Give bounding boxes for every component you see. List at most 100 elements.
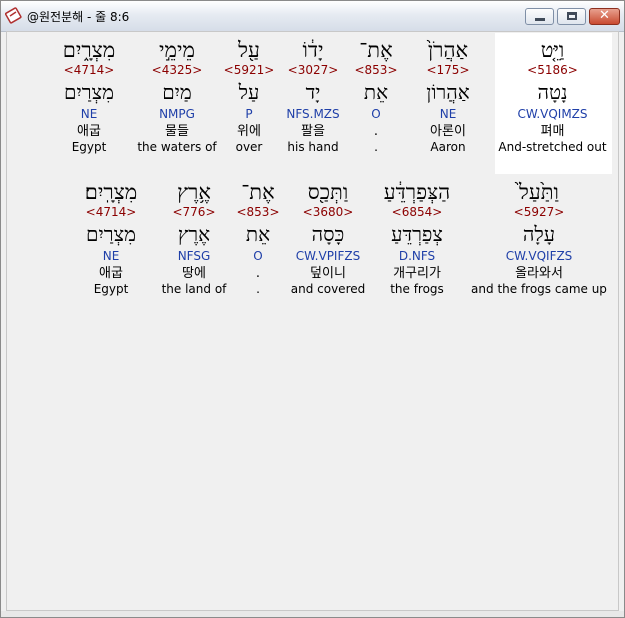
minimize-button[interactable] (525, 8, 554, 25)
main-window: @원전분해 - 줄 8:6 ✕ מִצְרָ֑יִם <4714> מִצְרַ… (0, 0, 625, 618)
word-column[interactable]: יָד֔וֹ <3027> יָד NFS.MZS 팔을 his hand (280, 37, 346, 155)
korean-gloss: 올라와서 (515, 266, 563, 281)
english-gloss: the frogs (390, 282, 444, 296)
morph-code: D.NFS (398, 249, 436, 263)
word-column[interactable]: מִצְרָֽיִם׃ <4714> מִצְרַיִם NE 애굽 Egypt (69, 179, 153, 297)
morph-code: P (245, 107, 253, 121)
word-column[interactable]: מִצְרָ֑יִם <4714> מִצְרַיִם NE 애굽 Egypt (49, 37, 129, 155)
korean-gloss: . (373, 124, 379, 139)
strong-number: <4714> (85, 205, 137, 219)
hebrew-word: מִצְרָ֑יִם (62, 38, 116, 62)
strong-number: <4325> (151, 63, 203, 77)
strong-number: <175> (426, 63, 470, 77)
hebrew-word: עַ֖ל (238, 38, 260, 62)
morph-code: NE (80, 107, 98, 121)
title-bar[interactable]: @원전분해 - 줄 8:6 ✕ (1, 1, 624, 32)
korean-gloss: 아론이 (430, 124, 466, 139)
hebrew-word: וַתְּכַ֖ס (307, 180, 349, 204)
hebrew-word: אַהֲרֹן֙ (427, 38, 469, 62)
strong-number: <853> (354, 63, 398, 77)
morph-code: O (253, 249, 263, 263)
morph-code: NE (102, 249, 120, 263)
lexeme: מִצְרַיִם (64, 80, 114, 104)
maximize-button[interactable] (557, 8, 586, 25)
morph-code: CW.VPIFZS (295, 249, 361, 263)
lexeme: אֶרֶץ (177, 222, 211, 246)
strong-number: <5186> (527, 63, 578, 77)
english-gloss: and covered (290, 282, 366, 296)
hebrew-word: אֶת־ (241, 180, 275, 204)
close-icon: ✕ (599, 8, 610, 23)
morph-code: NMPG (159, 107, 195, 121)
korean-gloss: . (255, 266, 261, 281)
close-button[interactable]: ✕ (589, 8, 620, 25)
korean-gloss: 펴매 (540, 124, 565, 139)
korean-gloss: 땅에 (182, 266, 206, 281)
english-gloss: And-stretched out (498, 140, 607, 154)
morph-code: NFSG (177, 249, 211, 263)
word-column[interactable]: אַהֲרֹן֙ <175> אַהֲרוֹן NE 아론이 Aaron (411, 37, 485, 155)
lexeme: מִצְרַיִם (86, 222, 136, 246)
morph-code: O (371, 107, 381, 121)
korean-gloss: 애굽 (99, 266, 123, 281)
morph-code: CW.VQIMZS (517, 107, 588, 121)
word-column[interactable]: אֶ֥רֶץ <776> אֶרֶץ NFSG 땅에 the land of (159, 179, 229, 297)
english-gloss: Aaron (430, 140, 466, 154)
english-gloss: the waters of (137, 140, 217, 154)
maximize-icon (567, 12, 577, 20)
english-gloss: Egypt (71, 140, 107, 154)
strong-number: <853> (236, 205, 280, 219)
english-gloss: . (374, 140, 378, 154)
hebrew-word: אֶת־ (359, 38, 393, 62)
korean-gloss: 위에 (237, 124, 261, 139)
hebrew-word: וַתַּ֙עַל֙ (519, 180, 559, 204)
lexeme: יָד (305, 80, 321, 104)
morph-code: NE (439, 107, 457, 121)
korean-gloss: 개구리가 (393, 266, 441, 281)
word-column[interactable]: וַתְּכַ֖ס <3680> כָּסָה CW.VPIFZS 덮이니 an… (288, 179, 368, 297)
lexeme: אֵת (245, 222, 271, 246)
lexeme: מַיִם (162, 80, 192, 104)
strong-number: <3027> (287, 63, 339, 77)
lexeme: נָטָה (537, 80, 568, 104)
english-gloss: the land of (161, 282, 227, 296)
interlinear-panel[interactable]: מִצְרָ֑יִם <4714> מִצְרַיִם NE 애굽 Egypt … (6, 31, 619, 611)
strong-number: <3680> (302, 205, 354, 219)
hebrew-word: אֶ֥רֶץ (177, 180, 211, 204)
lexeme: עַל (238, 80, 260, 104)
english-gloss: and the frogs came up (471, 282, 607, 296)
hebrew-word: וַיֵּ֤ט (540, 38, 565, 62)
strong-number: <5927> (513, 205, 565, 219)
english-gloss: his hand (287, 140, 339, 154)
strong-number: <776> (172, 205, 216, 219)
korean-gloss: 팔을 (301, 124, 325, 139)
hebrew-word: יָד֔וֹ (302, 38, 324, 62)
bible-app-icon (5, 7, 22, 24)
word-column[interactable]: וַתַּ֙עַל֙ <5927> עָלָה CW.VQIFZS 올라와서 a… (469, 179, 609, 297)
status-bar (1, 611, 624, 617)
word-column[interactable]: הַצְּפַרְדֵּ֔עַ <6854> צְפַרְדֵּעַ D.NFS… (373, 179, 461, 297)
lexeme: צְפַרְדֵּעַ (391, 222, 443, 246)
minimize-icon (535, 18, 545, 21)
word-column[interactable]: אֶת־ <853> אֵת O . . (350, 37, 402, 155)
korean-gloss: 덮이니 (310, 266, 346, 281)
hebrew-word: מִצְרָֽיִם׃ (84, 180, 138, 204)
strong-number: <4714> (63, 63, 115, 77)
lexeme: עָלָה (522, 222, 556, 246)
english-gloss: . (256, 282, 260, 296)
morph-code: CW.VQIFZS (505, 249, 573, 263)
lexeme: אֵת (363, 80, 389, 104)
strong-number: <6854> (391, 205, 443, 219)
hebrew-word: הַצְּפַרְדֵּ֔עַ (383, 180, 451, 204)
english-gloss: over (235, 140, 263, 154)
strong-number: <5921> (223, 63, 275, 77)
word-column[interactable]: מֵימֵ֣י <4325> מַיִם NMPG 물들 the waters … (135, 37, 219, 155)
word-column[interactable]: אֶת־ <853> אֵת O . . (233, 179, 283, 297)
lexeme: כָּסָה (311, 222, 345, 246)
word-column[interactable]: עַ֖ל <5921> עַל P 위에 over (222, 37, 276, 155)
korean-gloss: 물들 (165, 124, 189, 139)
word-column-selected[interactable]: וַיֵּ֤ט <5186> נָטָה CW.VQIMZS 펴매 And-st… (496, 37, 609, 155)
morph-code: NFS.MZS (286, 107, 340, 121)
lexeme: אַהֲרוֹן (426, 80, 470, 104)
english-gloss: Egypt (93, 282, 129, 296)
